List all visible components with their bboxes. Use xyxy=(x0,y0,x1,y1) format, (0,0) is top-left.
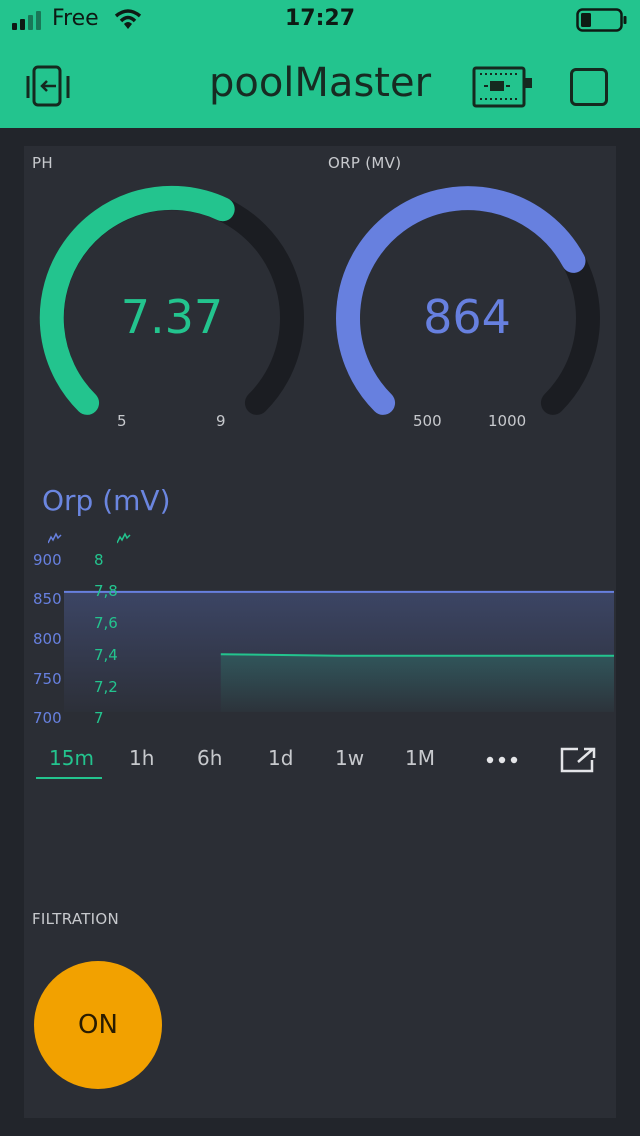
right-axis-tick: 7,8 xyxy=(94,582,118,600)
left-axis-tick: 800 xyxy=(33,630,62,648)
left-axis-sparkline-icon xyxy=(48,532,62,544)
right-axis-tick: 7,2 xyxy=(94,678,118,696)
left-axis-tick: 700 xyxy=(33,709,62,727)
right-axis-tick: 8 xyxy=(94,551,104,569)
orp-min-label: 500 xyxy=(413,412,442,430)
square-icon[interactable] xyxy=(570,68,608,106)
battery-icon xyxy=(576,8,627,32)
filtration-label: FILTRATION xyxy=(32,910,120,928)
orp-chart xyxy=(64,590,614,712)
left-axis-tick: 850 xyxy=(33,590,62,608)
app-title: poolMaster xyxy=(208,60,432,106)
left-axis-tick: 750 xyxy=(33,670,62,688)
active-tab-indicator xyxy=(36,777,102,779)
orp-label: ORP (MV) xyxy=(328,154,402,172)
clock: 17:27 xyxy=(284,6,356,31)
right-axis-tick: 7,4 xyxy=(94,646,118,664)
more-icon[interactable] xyxy=(486,755,518,765)
right-axis-tick: 7,6 xyxy=(94,614,118,632)
right-axis-sparkline-icon xyxy=(117,532,131,544)
filtration-toggle-button[interactable]: ON xyxy=(34,961,162,1089)
status-bar: Free 17:27 xyxy=(0,0,640,42)
tab-1w[interactable]: 1w xyxy=(335,746,364,770)
tab-1d[interactable]: 1d xyxy=(268,746,293,770)
ph-value: 7.37 xyxy=(120,290,224,344)
tab-15m[interactable]: 15m xyxy=(49,746,94,770)
orp-value: 864 xyxy=(423,290,511,344)
left-axis-tick: 900 xyxy=(33,551,62,569)
ph-min-label: 5 xyxy=(117,412,127,430)
tab-1h[interactable]: 1h xyxy=(129,746,154,770)
device-icon[interactable] xyxy=(472,66,534,108)
expand-icon[interactable] xyxy=(560,746,596,774)
tab-1m[interactable]: 1M xyxy=(405,746,435,770)
right-axis-tick: 7 xyxy=(94,709,104,727)
series-area xyxy=(220,654,614,712)
chart-title: Orp (mV) xyxy=(42,484,171,517)
ph-label: PH xyxy=(32,154,53,172)
ph-max-label: 9 xyxy=(216,412,226,430)
orp-max-label: 1000 xyxy=(488,412,527,430)
app-header: poolMaster xyxy=(0,42,640,128)
tab-6h[interactable]: 6h xyxy=(197,746,222,770)
